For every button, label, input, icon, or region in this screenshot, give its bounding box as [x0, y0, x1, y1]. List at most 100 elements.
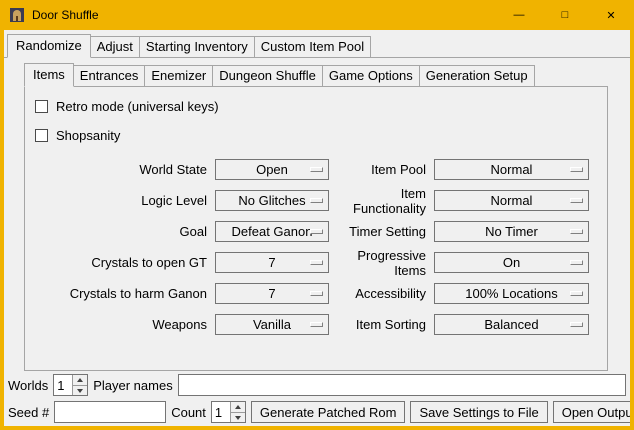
- timer-setting-label: Timer Setting: [329, 224, 434, 239]
- crystals-harm-ganon-label: Crystals to harm Ganon: [25, 286, 215, 301]
- crystals-open-gt-dropdown[interactable]: 7: [215, 252, 329, 273]
- accessibility-dropdown[interactable]: 100% Locations: [434, 283, 589, 304]
- settings-row: World State Open Item Pool Normal: [25, 159, 607, 180]
- up-arrow-icon: [235, 405, 241, 409]
- settings-row: Goal Defeat Ganon Timer Setting No Timer: [25, 221, 607, 242]
- worlds-spin-arrows: [72, 375, 87, 395]
- inner-tab-bar: Items Entrances Enemizer Dungeon Shuffle…: [24, 63, 608, 87]
- save-settings-button[interactable]: Save Settings to File: [410, 401, 547, 423]
- count-spin-down-button[interactable]: [230, 412, 245, 422]
- dropdown-indicator-icon: [570, 167, 583, 172]
- progressive-items-value: On: [503, 255, 520, 270]
- world-state-value: Open: [256, 162, 288, 177]
- tab-enemizer[interactable]: Enemizer: [144, 65, 213, 87]
- logic-level-value: No Glitches: [238, 193, 305, 208]
- shopsanity-row[interactable]: Shopsanity: [35, 125, 607, 145]
- tab-custom-item-pool[interactable]: Custom Item Pool: [254, 36, 371, 58]
- tab-entrances[interactable]: Entrances: [73, 65, 146, 87]
- window-title: Door Shuffle: [32, 8, 99, 22]
- minimize-button[interactable]: —: [496, 0, 542, 30]
- seed-label: Seed #: [8, 405, 49, 420]
- tab-items[interactable]: Items: [24, 63, 74, 87]
- dropdown-indicator-icon: [570, 198, 583, 203]
- settings-row: Crystals to open GT 7 Progressive Items …: [25, 252, 607, 273]
- item-functionality-dropdown[interactable]: Normal: [434, 190, 589, 211]
- item-pool-value: Normal: [491, 162, 533, 177]
- settings-row: Crystals to harm Ganon 7 Accessibility 1…: [25, 283, 607, 304]
- down-arrow-icon: [235, 416, 241, 420]
- up-arrow-icon: [77, 378, 83, 382]
- maximize-button[interactable]: □: [542, 0, 588, 30]
- minimize-icon: —: [514, 9, 525, 21]
- goal-value: Defeat Ganon: [232, 224, 313, 239]
- count-spin-up-button[interactable]: [230, 402, 245, 412]
- timer-setting-value: No Timer: [485, 224, 538, 239]
- open-output-directory-button[interactable]: Open Output Directory: [553, 401, 630, 423]
- item-pool-dropdown[interactable]: Normal: [434, 159, 589, 180]
- settings-grid: World State Open Item Pool Normal: [25, 159, 607, 335]
- bottom-controls: Worlds Player names Seed # Count: [8, 374, 626, 423]
- player-names-input[interactable]: [178, 374, 626, 396]
- crystals-open-gt-value: 7: [268, 255, 275, 270]
- worlds-label: Worlds: [8, 378, 48, 393]
- dropdown-indicator-icon: [310, 260, 323, 265]
- accessibility-label: Accessibility: [329, 286, 434, 301]
- count-input[interactable]: [212, 402, 230, 422]
- tab-generation-setup[interactable]: Generation Setup: [419, 65, 535, 87]
- shopsanity-checkbox[interactable]: [35, 129, 48, 142]
- item-sorting-label: Item Sorting: [329, 317, 434, 332]
- seed-row: Seed # Count Generate Patched Rom Save S…: [8, 401, 626, 423]
- worlds-spinbox[interactable]: [53, 374, 88, 396]
- weapons-dropdown[interactable]: Vanilla: [215, 314, 329, 335]
- top-tab-bar: Randomize Adjust Starting Inventory Cust…: [4, 30, 630, 58]
- goal-dropdown[interactable]: Defeat Ganon: [215, 221, 329, 242]
- items-pane: Retro mode (universal keys) Shopsanity W…: [24, 86, 608, 371]
- progressive-items-dropdown[interactable]: On: [434, 252, 589, 273]
- weapons-label: Weapons: [25, 317, 215, 332]
- crystals-open-gt-label: Crystals to open GT: [25, 255, 215, 270]
- world-state-dropdown[interactable]: Open: [215, 159, 329, 180]
- settings-row: Weapons Vanilla Item Sorting Balanced: [25, 314, 607, 335]
- dropdown-indicator-icon: [310, 198, 323, 203]
- dropdown-indicator-icon: [570, 322, 583, 327]
- seed-input[interactable]: [54, 401, 166, 423]
- timer-setting-dropdown[interactable]: No Timer: [434, 221, 589, 242]
- tab-randomize[interactable]: Randomize: [7, 34, 91, 58]
- maximize-icon: □: [562, 9, 569, 21]
- worlds-spin-down-button[interactable]: [72, 385, 87, 395]
- dropdown-indicator-icon: [570, 291, 583, 296]
- item-sorting-dropdown[interactable]: Balanced: [434, 314, 589, 335]
- worlds-row: Worlds Player names: [8, 374, 626, 396]
- titlebar[interactable]: Door Shuffle — □ ✕: [0, 0, 634, 30]
- tab-adjust[interactable]: Adjust: [90, 36, 140, 58]
- close-button[interactable]: ✕: [588, 0, 634, 30]
- count-spinbox[interactable]: [211, 401, 246, 423]
- accessibility-value: 100% Locations: [465, 286, 558, 301]
- tab-dungeon-shuffle[interactable]: Dungeon Shuffle: [212, 65, 323, 87]
- retro-mode-row[interactable]: Retro mode (universal keys): [35, 96, 607, 116]
- goal-label: Goal: [25, 224, 215, 239]
- client-area: Randomize Adjust Starting Inventory Cust…: [4, 30, 630, 426]
- count-spin-arrows: [230, 402, 245, 422]
- shopsanity-label: Shopsanity: [56, 128, 120, 143]
- world-state-label: World State: [25, 162, 215, 177]
- generate-patched-rom-button[interactable]: Generate Patched Rom: [251, 401, 406, 423]
- dropdown-indicator-icon: [310, 291, 323, 296]
- randomize-pane: Items Entrances Enemizer Dungeon Shuffle…: [4, 57, 630, 426]
- caption-buttons: — □ ✕: [496, 0, 634, 30]
- dropdown-indicator-icon: [310, 322, 323, 327]
- item-sorting-value: Balanced: [484, 317, 538, 332]
- tab-starting-inventory[interactable]: Starting Inventory: [139, 36, 255, 58]
- crystals-harm-ganon-value: 7: [268, 286, 275, 301]
- tab-game-options[interactable]: Game Options: [322, 65, 420, 87]
- logic-level-dropdown[interactable]: No Glitches: [215, 190, 329, 211]
- progressive-items-label: Progressive Items: [329, 248, 434, 278]
- door-shuffle-window: Door Shuffle — □ ✕ Randomize Adjust Star…: [0, 0, 634, 430]
- worlds-input[interactable]: [54, 375, 72, 395]
- retro-mode-checkbox[interactable]: [35, 100, 48, 113]
- worlds-spin-up-button[interactable]: [72, 375, 87, 385]
- item-pool-label: Item Pool: [329, 162, 434, 177]
- crystals-harm-ganon-dropdown[interactable]: 7: [215, 283, 329, 304]
- close-icon: ✕: [606, 9, 615, 22]
- inner-notebook: Items Entrances Enemizer Dungeon Shuffle…: [24, 63, 608, 371]
